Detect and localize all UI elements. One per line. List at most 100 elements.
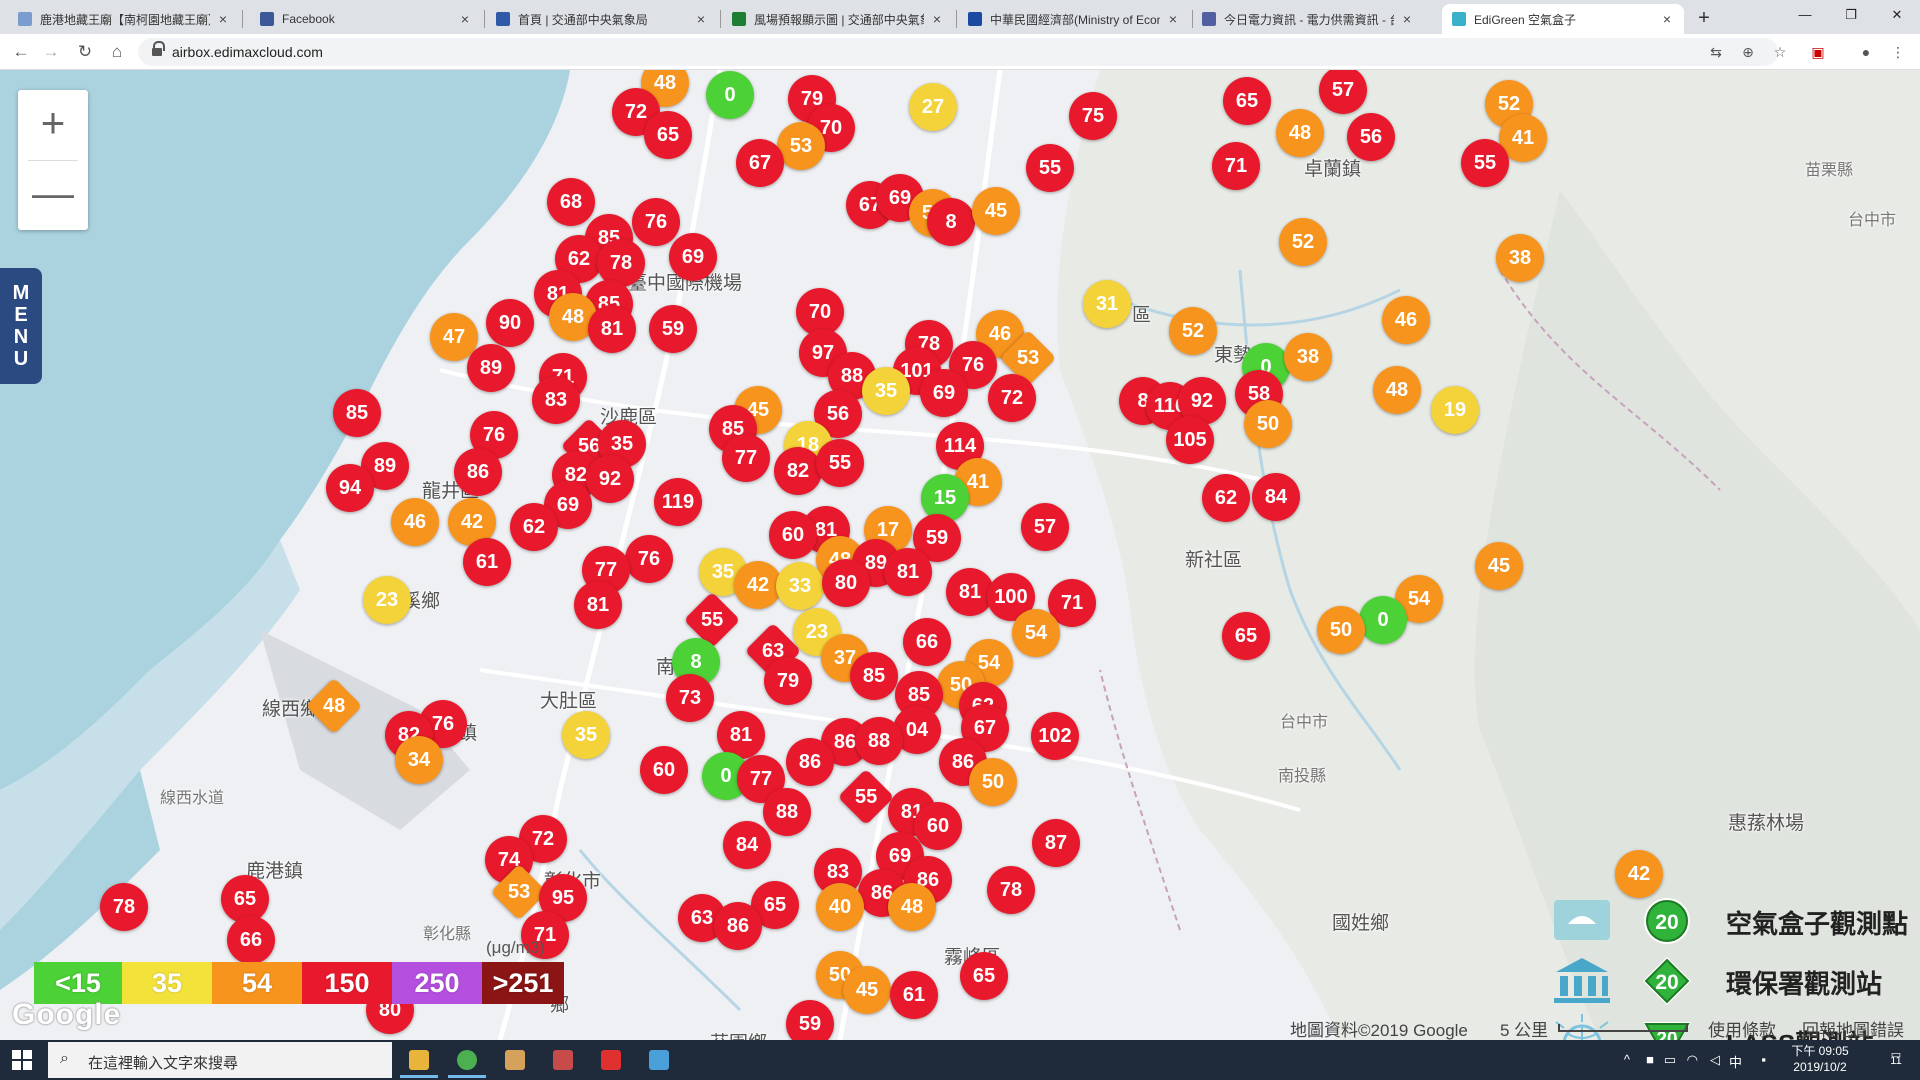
sensor-marker[interactable]: 86 (786, 738, 834, 786)
sensor-marker[interactable]: 48 (888, 883, 936, 931)
sensor-marker[interactable]: 72 (988, 374, 1036, 422)
sensor-marker[interactable]: 56 (1347, 113, 1395, 161)
tab-close-icon[interactable]: × (458, 11, 472, 27)
tab-close-icon[interactable]: × (216, 11, 230, 27)
sensor-marker[interactable]: 65 (1222, 612, 1270, 660)
sensor-marker[interactable]: 46 (391, 498, 439, 546)
sensor-marker[interactable]: 38 (1496, 234, 1544, 282)
sensor-marker[interactable]: 102 (1031, 712, 1079, 760)
tab-close-icon[interactable]: × (1400, 11, 1414, 27)
sensor-marker[interactable]: 8 (927, 198, 975, 246)
sensor-marker[interactable]: 71 (1212, 142, 1260, 190)
report-error-link[interactable]: 回報地圖錯誤 (1802, 1016, 1904, 1040)
wifi-icon[interactable]: ◠ (1687, 1052, 1698, 1068)
sensor-marker[interactable]: 89 (467, 344, 515, 392)
ime-indicator[interactable]: 中 (1729, 1052, 1742, 1071)
sensor-marker[interactable]: 88 (855, 717, 903, 765)
minimize-button[interactable]: — (1782, 0, 1828, 30)
menu-button[interactable]: M E N U (0, 268, 42, 384)
window-close-button[interactable]: ✕ (1874, 0, 1920, 30)
terms-link[interactable]: 使用條款 (1708, 1016, 1776, 1040)
sensor-marker[interactable]: 0 (1359, 596, 1407, 644)
sensor-marker[interactable]: 48 (1373, 366, 1421, 414)
address-bar[interactable]: airbox.edimaxcloud.com (138, 38, 1778, 66)
tray-security-icon[interactable]: ■ (1646, 1052, 1654, 1067)
sensor-marker[interactable]: 92 (586, 455, 634, 503)
windows-start-icon[interactable] (12, 1050, 32, 1070)
sensor-marker[interactable]: 77 (722, 434, 770, 482)
sensor-marker[interactable]: 55 (816, 439, 864, 487)
sensor-marker[interactable]: 35 (562, 711, 610, 759)
tab-close-icon[interactable]: × (930, 11, 944, 27)
home-icon[interactable]: ⌂ (104, 39, 130, 65)
sensor-marker[interactable]: 46 (1382, 296, 1430, 344)
tab-close-icon[interactable]: × (1660, 11, 1674, 27)
sensor-marker[interactable]: 0 (706, 71, 754, 119)
sensor-marker[interactable]: 87 (1032, 819, 1080, 867)
browser-tab[interactable]: 風場預報顯示圖 | 交通部中央氣象局 × (722, 4, 954, 34)
sensor-marker[interactable]: 45 (843, 966, 891, 1014)
notification-center[interactable]: ▭ 11 (1884, 1048, 1908, 1072)
back-arrow-icon[interactable]: ← (8, 39, 34, 65)
sensor-marker[interactable]: 40 (816, 883, 864, 931)
sensor-marker[interactable]: 50 (1244, 400, 1292, 448)
sensor-marker[interactable]: 81 (884, 548, 932, 596)
taskbar-app[interactable] (540, 1042, 586, 1078)
tab-close-icon[interactable]: × (694, 11, 708, 27)
sensor-marker[interactable]: 50 (969, 758, 1017, 806)
browser-tab[interactable]: 首頁 | 交通部中央氣象局 × (486, 4, 718, 34)
input-method-icon[interactable]: ▪ (1761, 1052, 1766, 1067)
tray-chevron-icon[interactable]: ^ (1624, 1052, 1630, 1067)
sensor-marker[interactable]: 85 (850, 652, 898, 700)
sensor-marker[interactable]: 80 (822, 559, 870, 607)
translate-icon[interactable]: ⇆ (1706, 42, 1726, 62)
zoom-icon[interactable]: ⊕ (1738, 42, 1758, 62)
extension-icon[interactable]: ▣ (1808, 42, 1828, 62)
maximize-button[interactable]: ❐ (1828, 0, 1874, 30)
sensor-marker[interactable]: 62 (1202, 474, 1250, 522)
browser-tab[interactable]: 今日電力資訊 - 電力供需資訊 - 台灣電力公司 × (1192, 4, 1424, 34)
sensor-marker[interactable]: 60 (769, 511, 817, 559)
sensor-marker[interactable]: 34 (395, 736, 443, 784)
sensor-marker[interactable]: 84 (723, 821, 771, 869)
sensor-marker[interactable]: 61 (890, 971, 938, 1019)
sensor-marker[interactable]: 68 (547, 178, 595, 226)
taskbar-app[interactable] (636, 1042, 682, 1078)
sensor-marker[interactable]: 60 (640, 746, 688, 794)
sensor-marker[interactable]: 52 (1169, 307, 1217, 355)
forward-arrow-icon[interactable]: → (38, 39, 64, 65)
sensor-marker[interactable]: 86 (714, 902, 762, 950)
sensor-marker[interactable]: 81 (588, 305, 636, 353)
sensor-marker[interactable]: 84 (1252, 473, 1300, 521)
sensor-marker[interactable]: 45 (1475, 542, 1523, 590)
sensor-marker[interactable]: 52 (1279, 218, 1327, 266)
menu-dots-icon[interactable]: ⋮ (1888, 42, 1908, 62)
zoom-out-button[interactable]: — (18, 160, 88, 230)
sensor-marker[interactable]: 65 (1223, 77, 1271, 125)
sensor-marker[interactable]: 33 (776, 562, 824, 610)
sensor-marker[interactable]: 105 (1166, 416, 1214, 464)
sensor-marker[interactable]: 35 (862, 367, 910, 415)
sensor-marker[interactable]: 78 (987, 866, 1035, 914)
sensor-marker[interactable]: 42 (734, 561, 782, 609)
browser-tab[interactable]: 中華民國經濟部(Ministry of Economic Affairs) × (958, 4, 1190, 34)
sensor-marker[interactable]: 69 (669, 233, 717, 281)
browser-tab[interactable]: EdiGreen 空氣盒子 × (1442, 4, 1684, 34)
browser-tab[interactable]: 鹿港地藏王廟【南柯園地藏王廟】 × (8, 4, 240, 34)
taskbar-search[interactable]: ⌕ 在這裡輸入文字來搜尋 (48, 1042, 392, 1078)
sensor-marker[interactable]: 67 (736, 139, 784, 187)
sensor-marker[interactable]: 86 (454, 448, 502, 496)
sensor-marker[interactable]: 65 (960, 952, 1008, 1000)
volume-icon[interactable]: ◁ (1710, 1052, 1720, 1068)
sensor-marker[interactable]: 38 (1284, 333, 1332, 381)
sensor-marker[interactable]: 54 (1012, 609, 1060, 657)
sensor-marker[interactable]: 55 (1461, 139, 1509, 187)
sensor-marker[interactable]: 119 (654, 478, 702, 526)
browser-tab[interactable]: Facebook × (250, 4, 482, 34)
taskbar-app[interactable] (444, 1042, 490, 1078)
sensor-marker[interactable]: 55 (1026, 144, 1074, 192)
taskbar-app[interactable] (396, 1042, 442, 1078)
sensor-marker[interactable]: 62 (510, 503, 558, 551)
sensor-marker[interactable]: 59 (786, 1000, 834, 1040)
sensor-marker[interactable]: 66 (227, 916, 275, 964)
